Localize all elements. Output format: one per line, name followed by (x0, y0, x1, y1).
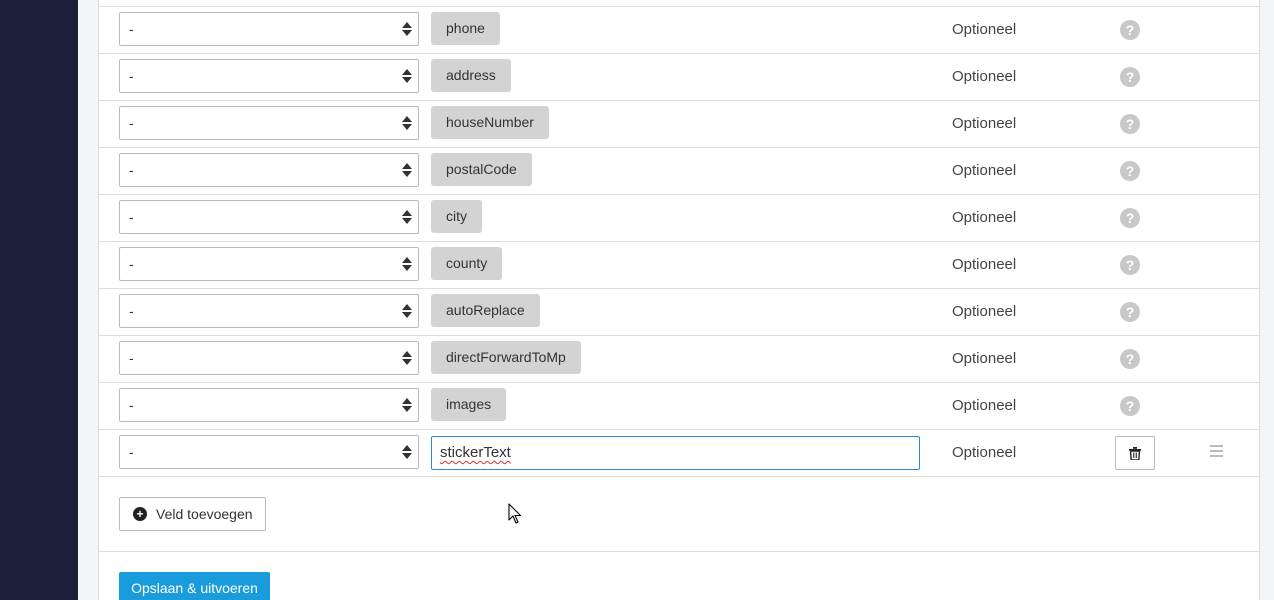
field-row: - autoReplace Optioneel ? (99, 289, 1259, 336)
sidebar (0, 0, 78, 600)
help-icon[interactable]: ? (1120, 161, 1140, 181)
optional-label: Optioneel (952, 397, 1017, 414)
select-arrows-icon (402, 209, 412, 225)
plus-circle-icon: + (133, 507, 147, 521)
select-value: - (129, 350, 134, 366)
mapping-select[interactable]: - (119, 294, 419, 328)
field-name-chip: autoReplace (431, 294, 540, 327)
select-value: - (129, 397, 134, 413)
optional-label: Optioneel (952, 350, 1017, 367)
mapping-select[interactable]: - (119, 341, 419, 375)
optional-label: Optioneel (952, 162, 1017, 179)
select-value: - (129, 21, 134, 37)
field-name-chip: address (431, 59, 511, 92)
save-and-run-button[interactable]: Opslaan & uitvoeren (119, 572, 270, 600)
help-icon[interactable]: ? (1120, 114, 1140, 134)
field-row: - directForwardToMp Optioneel ? (99, 336, 1259, 383)
field-mapping-panel: - phone Optioneel ? - address Optioneel … (98, 0, 1260, 600)
field-name-chip: images (431, 388, 507, 421)
custom-field-name-input[interactable]: stickerText (431, 436, 920, 470)
field-name-chip: directForwardToMp (431, 341, 581, 374)
field-row: - address Optioneel ? (99, 54, 1259, 101)
mouse-cursor-icon (508, 503, 522, 524)
optional-label: Optioneel (952, 68, 1017, 85)
select-arrows-icon (402, 115, 412, 131)
help-icon[interactable]: ? (1120, 255, 1140, 275)
trash-icon (1129, 447, 1141, 460)
field-name-chip: houseNumber (431, 106, 549, 139)
help-icon[interactable]: ? (1120, 396, 1140, 416)
field-list: - phone Optioneel ? - address Optioneel … (99, 7, 1259, 477)
optional-label: Optioneel (952, 115, 1017, 132)
select-value: - (129, 303, 134, 319)
mapping-select[interactable]: - (119, 59, 419, 93)
field-row: - city Optioneel ? (99, 195, 1259, 242)
mapping-select[interactable]: - (119, 200, 419, 234)
field-row: - county Optioneel ? (99, 242, 1259, 289)
help-icon[interactable]: ? (1120, 67, 1140, 87)
custom-field-row: - stickerText Optioneel (99, 430, 1259, 477)
select-value: - (129, 256, 134, 272)
select-arrows-icon (402, 68, 412, 84)
help-icon[interactable]: ? (1120, 349, 1140, 369)
field-row: - houseNumber Optioneel ? (99, 101, 1259, 148)
mapping-select[interactable]: - (119, 435, 419, 469)
select-value: - (129, 68, 134, 84)
help-icon[interactable]: ? (1120, 20, 1140, 40)
field-name-chip: phone (431, 12, 500, 45)
field-row: - images Optioneel ? (99, 383, 1259, 430)
mapping-select[interactable]: - (119, 12, 419, 46)
optional-label: Optioneel (952, 303, 1017, 320)
select-value: - (129, 162, 134, 178)
drag-handle-icon[interactable] (1210, 445, 1223, 457)
optional-label: Optioneel (952, 444, 1017, 461)
custom-field-name-value: stickerText (440, 444, 511, 461)
mapping-select[interactable]: - (119, 153, 419, 187)
optional-label: Optioneel (952, 21, 1017, 38)
select-arrows-icon (402, 397, 412, 413)
optional-label: Optioneel (952, 256, 1017, 273)
select-arrows-icon (402, 303, 412, 319)
add-field-label: Veld toevoegen (156, 506, 253, 522)
field-row: - postalCode Optioneel ? (99, 148, 1259, 195)
select-arrows-icon (402, 350, 412, 366)
select-arrows-icon (402, 444, 412, 460)
mapping-select[interactable]: - (119, 247, 419, 281)
optional-label: Optioneel (952, 209, 1017, 226)
help-icon[interactable]: ? (1120, 208, 1140, 228)
select-value: - (129, 115, 134, 131)
select-arrows-icon (402, 162, 412, 178)
select-arrows-icon (402, 256, 412, 272)
add-field-section: + Veld toevoegen (99, 477, 1259, 552)
help-icon[interactable]: ? (1120, 302, 1140, 322)
field-name-chip: city (431, 200, 482, 233)
field-row: - phone Optioneel ? (99, 7, 1259, 54)
select-value: - (129, 444, 134, 460)
add-field-button[interactable]: + Veld toevoegen (119, 497, 266, 531)
select-arrows-icon (402, 21, 412, 37)
field-name-chip: postalCode (431, 153, 532, 186)
mapping-select[interactable]: - (119, 388, 419, 422)
delete-field-button[interactable] (1115, 436, 1155, 470)
mapping-select[interactable]: - (119, 106, 419, 140)
field-name-chip: county (431, 247, 503, 280)
select-value: - (129, 209, 134, 225)
